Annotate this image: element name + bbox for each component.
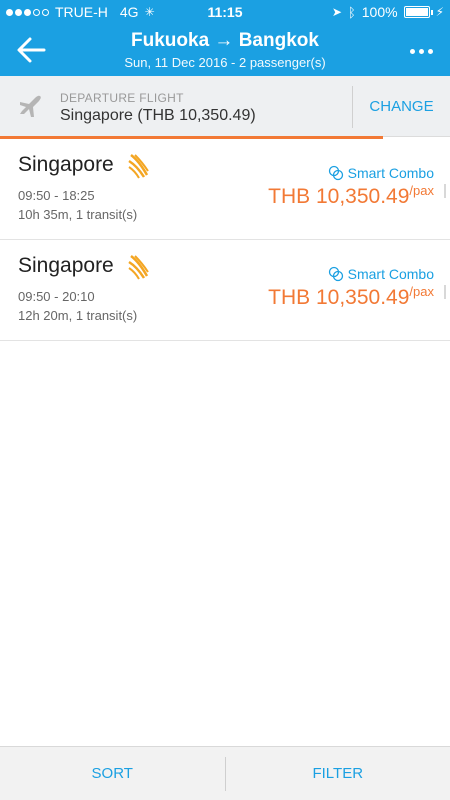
change-button[interactable]: CHANGE	[353, 76, 450, 137]
smart-combo-badge: Smart Combo	[328, 165, 434, 181]
filter-button[interactable]: FILTER	[226, 747, 450, 800]
flight-duration: 10h 35m, 1 transit(s)	[18, 207, 138, 222]
location-icon: ➤	[331, 5, 342, 19]
sort-button[interactable]: SORT	[0, 747, 225, 800]
flight-times: 09:50 - 18:25	[18, 188, 95, 203]
smart-combo-label: Smart Combo	[347, 165, 434, 181]
more-dots-icon	[409, 48, 415, 54]
airline-name: Singapore	[18, 153, 114, 176]
flight-price: THB 10,350.49/pax	[268, 183, 434, 209]
scroll-indicator	[444, 285, 446, 299]
airplane-icon	[20, 95, 41, 117]
singapore-airlines-logo-icon	[128, 154, 149, 179]
airline-name: Singapore	[18, 254, 114, 277]
more-options-button[interactable]	[406, 36, 436, 66]
status-right: ➤ ᛒ 100% ⚡	[332, 4, 444, 20]
flight-list: Singapore 09:50 - 18:25 10h 35m, 1 trans…	[0, 139, 450, 341]
page-title: Fukuoka → Bangkok	[131, 30, 319, 51]
smart-combo-icon	[328, 266, 343, 282]
price-unit: /pax	[409, 284, 434, 299]
price-unit: /pax	[409, 183, 434, 198]
price-amount: THB 10,350.49	[268, 286, 410, 309]
smart-combo-badge: Smart Combo	[328, 266, 434, 282]
charging-icon: ⚡	[435, 5, 444, 19]
bottom-toolbar: SORT FILTER	[0, 746, 450, 800]
flight-times: 09:50 - 20:10	[18, 289, 95, 304]
departure-summary: DEPARTURE FLIGHT Singapore (THB 10,350.4…	[0, 76, 450, 137]
price-amount: THB 10,350.49	[268, 185, 410, 208]
status-bar: TRUE-H 4G ✳ 11:15 ➤ ᛒ 100% ⚡	[0, 0, 450, 24]
departure-value: Singapore (THB 10,350.49)	[60, 107, 256, 124]
header: Fukuoka → Bangkok Sun, 11 Dec 2016 - 2 p…	[0, 24, 450, 76]
battery-percent: 100%	[361, 4, 398, 20]
bluetooth-icon: ᛒ	[347, 4, 356, 20]
battery-icon	[403, 6, 433, 18]
flight-price: THB 10,350.49/pax	[268, 284, 434, 310]
scroll-indicator	[444, 184, 446, 198]
flight-duration: 12h 20m, 1 transit(s)	[18, 308, 138, 323]
flight-card[interactable]: Singapore 09:50 - 20:10 12h 20m, 1 trans…	[0, 240, 450, 341]
singapore-airlines-logo-icon	[128, 255, 149, 280]
flight-card[interactable]: Singapore 09:50 - 18:25 10h 35m, 1 trans…	[0, 139, 450, 240]
page-subtitle: Sun, 11 Dec 2016 - 2 passenger(s)	[124, 55, 326, 70]
smart-combo-label: Smart Combo	[347, 266, 434, 282]
smart-combo-icon	[328, 165, 343, 181]
departure-label: DEPARTURE FLIGHT	[60, 91, 184, 105]
